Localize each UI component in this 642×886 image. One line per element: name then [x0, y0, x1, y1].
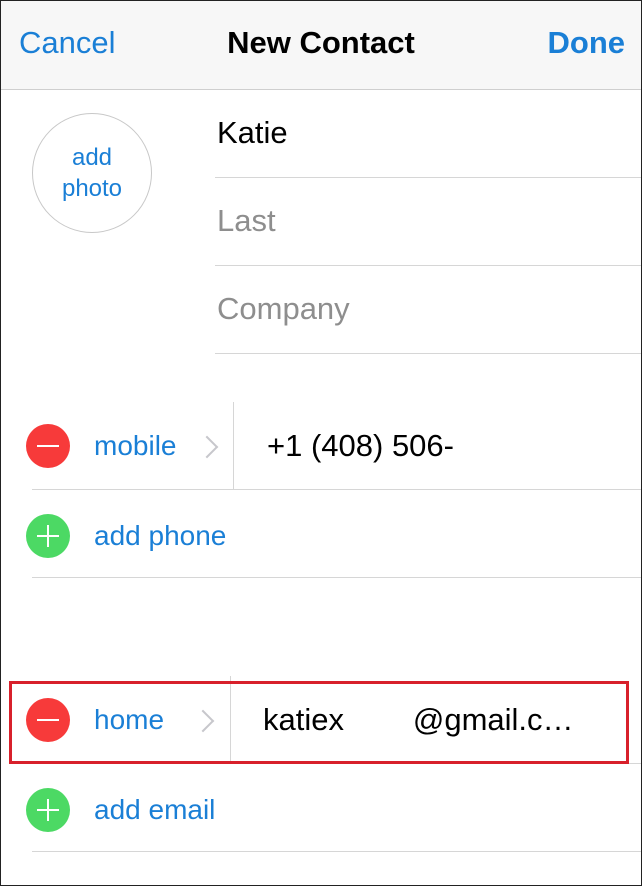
company-placeholder: Company [217, 291, 350, 326]
plus-icon-v [47, 525, 49, 547]
first-name-value: Katie [217, 115, 288, 150]
add-photo-label-line2: photo [61, 175, 123, 202]
last-name-field[interactable]: Last [215, 177, 641, 266]
minus-icon [37, 445, 59, 447]
phone-number-field[interactable]: +1 (408) 506- [267, 428, 454, 464]
add-email-label[interactable]: add email [94, 794, 215, 826]
add-phone-label[interactable]: add phone [94, 520, 226, 552]
chevron-right-icon [195, 435, 219, 459]
add-email-row[interactable]: add email [1, 764, 641, 852]
add-photo-label-line1: add [71, 144, 113, 171]
add-phone-button[interactable] [26, 514, 70, 558]
add-photo-button[interactable]: add photo [32, 113, 152, 233]
navigation-bar: New Contact Cancel Done [1, 1, 641, 90]
add-phone-row[interactable]: add phone [1, 490, 641, 578]
delete-phone-button[interactable] [26, 424, 70, 468]
highlight-box [9, 681, 629, 764]
first-name-field[interactable]: Katie [215, 89, 641, 178]
row-divider [32, 851, 641, 852]
row-divider [32, 577, 641, 578]
phone-row: mobile +1 (408) 506- [1, 402, 641, 490]
divider [233, 402, 234, 490]
new-contact-screen: New Contact Cancel Done add photo Katie … [0, 0, 642, 886]
add-email-button[interactable] [26, 788, 70, 832]
done-button[interactable]: Done [548, 25, 626, 61]
company-field[interactable]: Company [215, 265, 641, 354]
last-name-placeholder: Last [217, 203, 276, 238]
phone-label-selector[interactable]: mobile [94, 430, 176, 462]
plus-icon-v [47, 799, 49, 821]
cancel-button[interactable]: Cancel [19, 25, 116, 61]
